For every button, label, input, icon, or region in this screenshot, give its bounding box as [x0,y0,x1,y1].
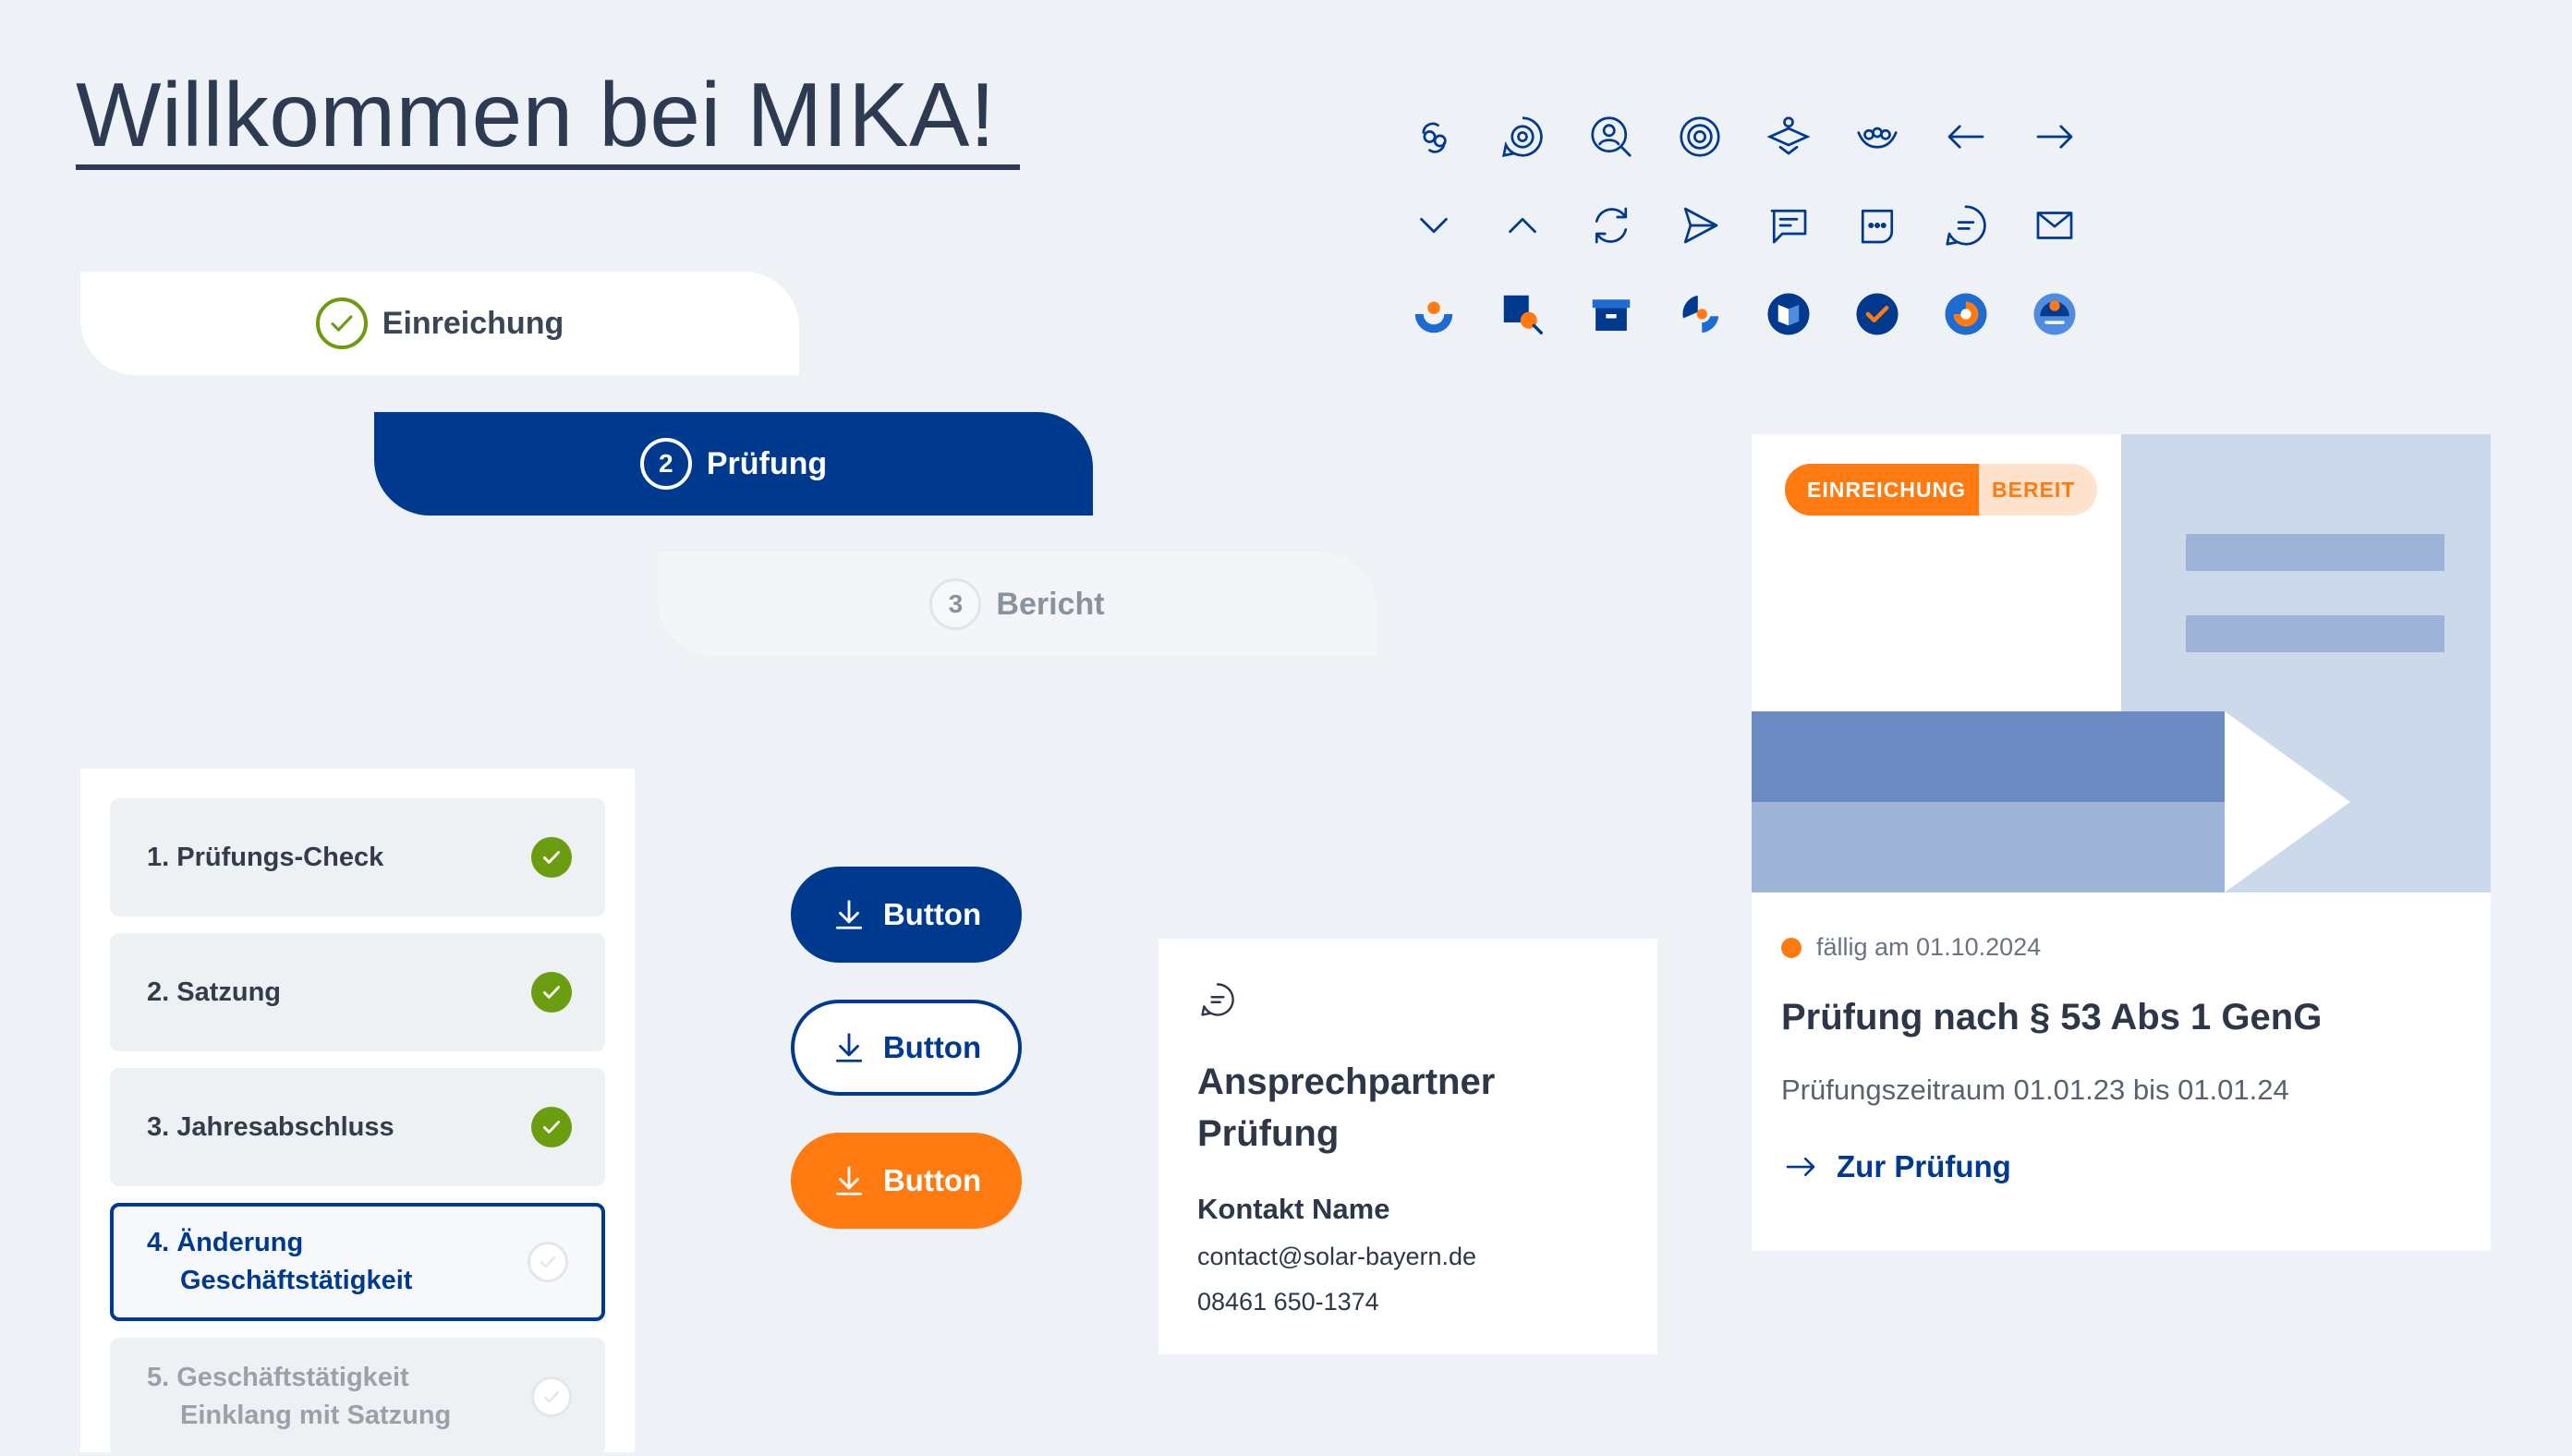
status-badge-state: BEREIT [1979,464,2098,516]
title-underline [76,164,1020,170]
download-icon [835,1033,862,1062]
pie-chart-icon [1672,286,1728,342]
arrow-right-icon[interactable] [2027,109,2082,164]
donut-badge-icon [1938,286,1994,342]
link-label: Zur Prüfung [1837,1149,2011,1183]
download-button-orange[interactable]: Button [791,1133,1022,1229]
contact-title-line2: Prüfung [1197,1113,1340,1154]
check-badge-icon [1850,286,1905,342]
download-icon [835,1166,862,1195]
download-icon [835,900,862,929]
book-badge-icon [1761,286,1816,342]
check-circle-outline-icon [531,1377,572,1417]
go-to-review-link[interactable]: Zur Prüfung [1781,1147,2461,1186]
task-period: Prüfungszeitraum 01.01.23 bis 01.01.24 [1781,1074,2289,1106]
step-tab-einreichung[interactable]: Einreichung [80,272,799,375]
checklist-panel: 1. Prüfungs-Check 2. Satzung 3. Jahresab… [80,769,635,1456]
task-card[interactable]: EINREICHUNG BEREIT fällig am 01.10.2024 … [1752,434,2491,1251]
chat-lines-icon [1201,983,1234,1016]
person-badge-icon [1406,286,1462,342]
wifi-user-icon [1761,109,1816,164]
contact-phone[interactable]: 08461 650-1374 [1197,1288,1619,1316]
check-circle-outline-icon [528,1242,568,1282]
check-circle-icon [531,1107,572,1147]
refresh-icon[interactable] [1583,198,1639,253]
check-circle-icon [315,297,368,349]
chevron-down-icon[interactable] [1406,198,1462,253]
contact-title-line1: Ansprechpartner [1197,1062,1496,1102]
arrow-right-icon [1786,1157,1815,1177]
task-title: Prüfung nach § 53 Abs 1 GenG [1781,997,2323,1037]
checklist-item-label: 4. Änderung [147,1228,304,1258]
link-circles-icon [1406,109,1462,164]
download-button-outline[interactable]: Button [791,1000,1022,1096]
check-circle-icon [531,972,572,1013]
status-badge: EINREICHUNG BEREIT [1785,464,2098,516]
step-number: 3 [929,578,982,630]
chat-lines-icon [1938,198,1994,253]
target-icon [1672,109,1728,164]
status-badge-phase: EINREICHUNG [1785,464,1980,516]
mail-icon[interactable] [2027,198,2082,253]
step-label: Bericht [996,586,1105,622]
document-search-icon [1495,286,1550,342]
handshake-icon [1850,109,1905,164]
step-number: 2 [639,438,692,490]
button-label: Button [882,897,982,931]
checklist-item-pruefungs-check[interactable]: 1. Prüfungs-Check [110,798,605,916]
step-tab-bericht[interactable]: 3 Bericht [658,552,1377,656]
checklist-item-satzung[interactable]: 2. Satzung [110,933,605,1051]
checklist-item-label: 3. Jahresabschluss [147,1111,394,1142]
contact-email[interactable]: contact@solar-bayern.de [1197,1243,1619,1271]
chat-target-icon [1495,109,1550,164]
umbrella-badge-icon [2027,286,2082,342]
checklist-item-label: 1. Prüfungs-Check [147,842,384,872]
user-search-icon [1583,109,1639,164]
checklist-item-label-line2: Geschäftstätigkeit [180,1266,413,1295]
check-circle-icon [531,837,572,878]
checklist-item-label: 2. Satzung [147,977,282,1007]
step-label: Prüfung [706,445,828,481]
status-dot [1781,937,1802,958]
button-label: Button [882,1163,982,1197]
due-date: fällig am 01.10.2024 [1816,933,2042,961]
checklist-item-geschaeftstaetigkeit-satzung[interactable]: 5. Geschäftstätigkeit Einklang mit Satzu… [110,1338,605,1456]
page-title: Willkommen bei MIKA! [76,64,996,165]
checklist-item-aenderung-geschaeftstaetigkeit[interactable]: 4. Änderung Geschäftstätigkeit [110,1203,605,1321]
arrow-left-icon[interactable] [1938,109,1994,164]
send-icon[interactable] [1672,198,1728,253]
archive-box-icon [1583,286,1639,342]
checklist-item-jahresabschluss[interactable]: 3. Jahresabschluss [110,1068,605,1186]
step-label: Einreichung [382,305,564,341]
chat-dots-icon [1850,198,1905,253]
download-button-primary[interactable]: Button [791,867,1022,963]
button-label: Button [882,1030,982,1064]
checklist-item-label-line2: Einklang mit Satzung [180,1401,452,1430]
step-tab-pruefung[interactable]: 2 Prüfung [374,412,1093,516]
contact-card: Ansprechpartner Prüfung Kontakt Name con… [1159,939,1657,1354]
message-square-icon [1761,198,1816,253]
contact-name: Kontakt Name [1197,1193,1390,1225]
chevron-up-icon[interactable] [1495,198,1550,253]
checklist-item-label: 5. Geschäftstätigkeit [147,1363,409,1393]
